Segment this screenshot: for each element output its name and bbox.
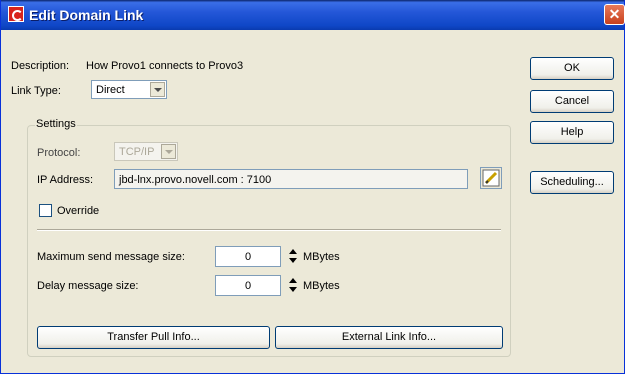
edit-domain-link-dialog: Edit Domain Link ✕ Description: How Prov… xyxy=(0,0,625,374)
close-icon: ✕ xyxy=(608,6,621,22)
chevron-down-icon[interactable] xyxy=(150,82,165,97)
spin-up-icon[interactable] xyxy=(286,275,300,285)
spin-down-icon[interactable] xyxy=(286,286,300,296)
chevron-down-icon xyxy=(161,144,176,159)
delay-size-field[interactable]: 0 xyxy=(215,275,281,296)
override-label: Override xyxy=(57,205,100,217)
dialog-body: Description: How Provo1 connects to Prov… xyxy=(11,30,618,367)
app-icon xyxy=(8,6,24,22)
title-bar[interactable]: Edit Domain Link ✕ xyxy=(1,0,625,30)
transfer-pull-info-button[interactable]: Transfer Pull Info... xyxy=(37,326,270,349)
delay-size-spinner[interactable] xyxy=(286,275,300,296)
settings-group xyxy=(27,125,511,357)
max-send-spinner[interactable] xyxy=(286,246,300,267)
link-type-select[interactable]: Direct xyxy=(91,80,167,99)
protocol-select: TCP/IP xyxy=(114,142,178,161)
link-type-value: Direct xyxy=(96,84,125,96)
delay-size-value: 0 xyxy=(244,280,252,292)
delay-size-unit: MBytes xyxy=(303,280,340,292)
override-checkbox[interactable] xyxy=(39,204,52,217)
window-title: Edit Domain Link xyxy=(29,7,144,23)
settings-group-title: Settings xyxy=(35,118,77,130)
protocol-label: Protocol: xyxy=(37,147,81,159)
ip-address-label: IP Address: xyxy=(37,174,94,186)
help-button[interactable]: Help xyxy=(530,121,614,144)
max-send-unit: MBytes xyxy=(303,251,340,263)
close-button[interactable]: ✕ xyxy=(604,4,625,25)
ok-button[interactable]: OK xyxy=(530,57,614,80)
ip-address-field: jbd-lnx.provo.novell.com : 7100 xyxy=(114,169,468,189)
scheduling-button[interactable]: Scheduling... xyxy=(530,171,614,194)
pencil-icon xyxy=(482,169,500,187)
ip-address-value: jbd-lnx.provo.novell.com : 7100 xyxy=(119,174,272,186)
link-type-label: Link Type: xyxy=(11,85,61,97)
description-label: Description: xyxy=(11,60,70,72)
spin-down-icon[interactable] xyxy=(286,257,300,267)
external-link-info-button[interactable]: External Link Info... xyxy=(275,326,503,349)
max-send-label: Maximum send message size: xyxy=(37,251,185,263)
max-send-size-field[interactable]: 0 xyxy=(215,246,281,267)
cancel-button[interactable]: Cancel xyxy=(530,90,614,113)
edit-address-button[interactable] xyxy=(480,167,502,189)
delay-size-label: Delay message size: xyxy=(37,280,139,292)
protocol-value: TCP/IP xyxy=(119,146,155,158)
description-value: How Provo1 connects to Provo3 xyxy=(86,60,244,72)
spin-up-icon[interactable] xyxy=(286,246,300,256)
separator xyxy=(37,229,501,231)
max-send-size-value: 0 xyxy=(244,251,252,263)
